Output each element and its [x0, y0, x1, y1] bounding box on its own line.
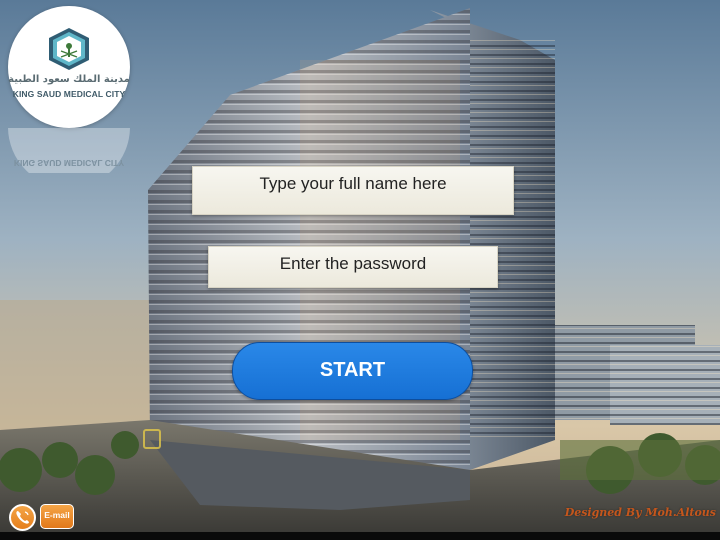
phone-icon — [16, 511, 29, 524]
email-button[interactable]: E-mail — [40, 504, 74, 529]
small-decorative-square — [143, 429, 161, 449]
phone-button[interactable] — [9, 504, 36, 531]
king-saud-medical-city-logo: مدينة الملك سعود الطبية KING SAUD MEDICA… — [8, 6, 130, 128]
logo-reflection-text: KING SAUD MEDICAL CITY — [13, 158, 125, 168]
full-name-input[interactable]: Type your full name here — [192, 166, 514, 215]
full-name-input-text: Type your full name here — [259, 174, 447, 193]
bottom-bar — [0, 532, 720, 540]
emblem-icon — [49, 28, 89, 70]
password-input-text: Enter the password — [279, 254, 427, 273]
start-button[interactable]: START — [232, 342, 473, 400]
logo-reflection: KING SAUD MEDICAL CITY — [8, 128, 130, 173]
logo-english-text: KING SAUD MEDICAL CITY — [12, 89, 126, 99]
logo-arabic-text: مدينة الملك سعود الطبية — [8, 74, 130, 85]
designer-credit: Designed By Moh.Altous — [564, 506, 716, 519]
password-input[interactable]: Enter the password — [208, 246, 498, 288]
